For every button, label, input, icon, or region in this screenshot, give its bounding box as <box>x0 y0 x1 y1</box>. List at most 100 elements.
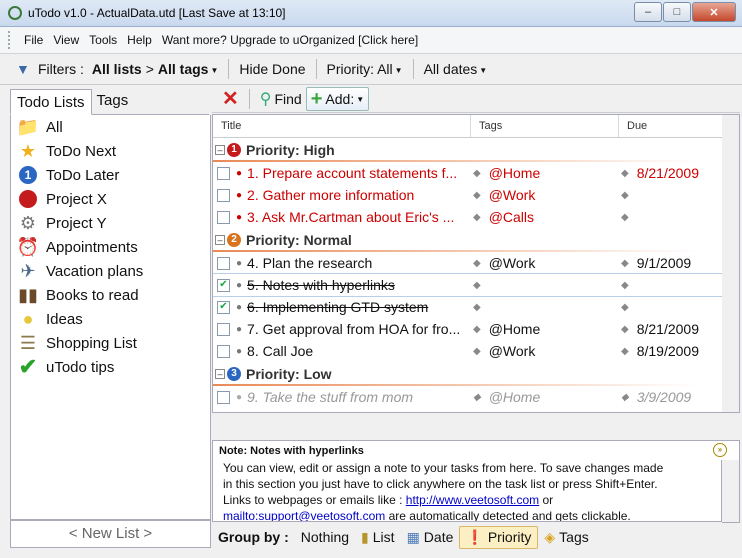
list-item-ideas[interactable]: ● Ideas <box>11 307 210 331</box>
delete-button[interactable]: ✕ <box>212 89 243 109</box>
due-edit-icon[interactable]: ◆ <box>621 346 629 357</box>
list-item-project-y[interactable]: ⚙ Project Y <box>11 211 210 235</box>
task-title[interactable]: 5. Notes with hyperlinks <box>247 277 395 293</box>
tab-todo-lists[interactable]: Todo Lists <box>10 89 92 115</box>
maximize-button[interactable]: □ <box>663 2 691 22</box>
filter-tags[interactable]: All tags ▼ <box>154 61 223 77</box>
list-item-todo-next[interactable]: ★ ToDo Next <box>11 139 210 163</box>
close-button[interactable]: ✕ <box>692 2 736 22</box>
hide-done-button[interactable]: Hide Done <box>235 61 309 77</box>
tag-edit-icon[interactable]: ◆ <box>473 168 481 179</box>
task-title[interactable]: 7. Get approval from HOA for fro... <box>247 321 460 337</box>
column-due[interactable]: Due <box>619 115 723 137</box>
due-edit-icon[interactable]: ◆ <box>621 190 629 201</box>
tag-edit-icon[interactable]: ◆ <box>473 302 481 313</box>
done-checkbox[interactable] <box>217 344 230 358</box>
done-checkbox-checked[interactable]: ✔ <box>217 300 230 314</box>
tag-edit-icon[interactable]: ◆ <box>473 346 481 357</box>
table-row[interactable]: ● 8. Call Joe ◆ @Work ◆ 8/19/2009 <box>213 340 723 362</box>
group-by-nothing[interactable]: Nothing <box>295 527 355 547</box>
expand-icon[interactable]: » <box>713 443 727 457</box>
done-checkbox-checked[interactable]: ✔ <box>217 278 230 292</box>
list-item-utodo-tips[interactable]: ✔ uTodo tips <box>11 354 210 379</box>
note-scrollbar[interactable] <box>722 460 740 523</box>
task-tag[interactable]: @Home <box>489 321 541 337</box>
due-edit-icon[interactable]: ◆ <box>621 212 629 223</box>
table-row[interactable]: ● 2. Gather more information ◆ @Work ◆ <box>213 184 723 206</box>
new-list-button[interactable]: < New List > <box>10 520 211 548</box>
done-checkbox[interactable] <box>217 188 230 202</box>
task-due[interactable]: 8/19/2009 <box>637 343 699 359</box>
task-due[interactable]: 9/1/2009 <box>637 255 692 271</box>
task-title[interactable]: 9. Take the stuff from mom <box>247 389 413 405</box>
tab-tags[interactable]: Tags <box>91 88 135 114</box>
task-tag[interactable]: @Work <box>489 255 536 271</box>
group-by-date[interactable]: ▦ Date <box>401 527 460 548</box>
list-item-todo-later[interactable]: 1 ToDo Later <box>11 163 210 187</box>
list-item-books-to-read[interactable]: ▮▮ Books to read <box>11 283 210 307</box>
collapse-icon[interactable]: – <box>215 145 225 155</box>
task-title[interactable]: 8. Call Joe <box>247 343 313 359</box>
list-item-appointments[interactable]: ⏰ Appointments <box>11 235 210 259</box>
tag-edit-icon[interactable]: ◆ <box>473 190 481 201</box>
group-by-priority[interactable]: ❗ Priority <box>459 525 539 549</box>
task-tag[interactable]: @Home <box>489 165 541 181</box>
note-editor[interactable]: You can view, edit or assign a note to y… <box>212 460 722 522</box>
task-tag[interactable]: @Work <box>489 343 536 359</box>
done-checkbox[interactable] <box>217 256 230 270</box>
find-button[interactable]: ⚲ Find <box>256 89 306 109</box>
table-row[interactable]: ● 3. Ask Mr.Cartman about Eric's ... ◆ @Ca… <box>213 206 723 228</box>
toolbar-grip[interactable] <box>8 31 13 49</box>
table-row[interactable]: ● 9. Take the stuff from mom ◆ @Home ◆ 3/9/… <box>213 386 723 408</box>
tag-edit-icon[interactable]: ◆ <box>473 324 481 335</box>
table-row[interactable]: ● 4. Plan the research ◆ @Work ◆ 9/1/2009 <box>213 252 723 274</box>
done-checkbox[interactable] <box>217 166 230 180</box>
list-item-shopping-list[interactable]: ☰ Shopping List <box>11 331 210 355</box>
task-tag[interactable]: @Home <box>489 389 541 405</box>
tag-edit-icon[interactable]: ◆ <box>473 280 481 291</box>
filter-lists[interactable]: All lists <box>88 61 146 77</box>
group-priority-normal[interactable]: – 2 Priority: Normal <box>213 228 723 252</box>
task-due[interactable]: 3/9/2009 <box>637 389 692 405</box>
due-edit-icon[interactable]: ◆ <box>621 168 629 179</box>
column-tags[interactable]: Tags <box>471 115 619 137</box>
due-edit-icon[interactable]: ◆ <box>621 258 629 269</box>
group-priority-low[interactable]: – 3 Priority: Low <box>213 362 723 386</box>
menu-view[interactable]: View <box>48 33 84 47</box>
menu-upgrade[interactable]: Want more? Upgrade to uOrganized [Click … <box>157 33 423 47</box>
task-due[interactable]: 8/21/2009 <box>637 165 699 181</box>
due-edit-icon[interactable]: ◆ <box>621 302 629 313</box>
table-row[interactable]: ● 1. Prepare account statements f... ◆ @Ho… <box>213 162 723 184</box>
note-link-web[interactable]: http://www.veetosoft.com <box>406 493 539 507</box>
list-item-project-x[interactable]: Project X <box>11 187 210 211</box>
minimize-button[interactable]: – <box>634 2 662 22</box>
tag-edit-icon[interactable]: ◆ <box>473 212 481 223</box>
due-edit-icon[interactable]: ◆ <box>621 324 629 335</box>
done-checkbox[interactable] <box>217 390 230 404</box>
task-title[interactable]: 1. Prepare account statements f... <box>247 165 457 181</box>
task-due[interactable]: 8/21/2009 <box>637 321 699 337</box>
collapse-icon[interactable]: – <box>215 235 225 245</box>
tag-edit-icon[interactable]: ◆ <box>473 392 481 403</box>
group-priority-high[interactable]: – 1 Priority: High <box>213 138 723 162</box>
menu-help[interactable]: Help <box>122 33 157 47</box>
priority-filter[interactable]: Priority: All ▼ <box>323 61 407 77</box>
task-tag[interactable]: @Work <box>489 187 536 203</box>
add-button[interactable]: + Add: ▼ <box>305 87 370 111</box>
table-row[interactable]: ✔ ● 6. Implementing GTD system ◆ ◆ <box>213 296 723 318</box>
task-tag[interactable]: @Calls <box>489 209 534 225</box>
table-row[interactable]: ● 7. Get approval from HOA for fro... ◆ @H… <box>213 318 723 340</box>
list-item-all[interactable]: 📁 All <box>11 115 210 139</box>
date-filter[interactable]: All dates ▼ <box>420 61 492 77</box>
due-edit-icon[interactable]: ◆ <box>621 392 629 403</box>
done-checkbox[interactable] <box>217 210 230 224</box>
collapse-icon[interactable]: – <box>215 369 225 379</box>
tag-edit-icon[interactable]: ◆ <box>473 258 481 269</box>
column-title[interactable]: Title <box>213 115 471 137</box>
task-title[interactable]: 4. Plan the research <box>247 255 372 271</box>
grid-scrollbar[interactable] <box>722 114 740 413</box>
task-title[interactable]: 3. Ask Mr.Cartman about Eric's ... <box>247 209 454 225</box>
task-title[interactable]: 2. Gather more information <box>247 187 414 203</box>
note-link-mail[interactable]: mailto:support@veetosoft.com <box>223 509 385 521</box>
task-title[interactable]: 6. Implementing GTD system <box>247 299 428 315</box>
